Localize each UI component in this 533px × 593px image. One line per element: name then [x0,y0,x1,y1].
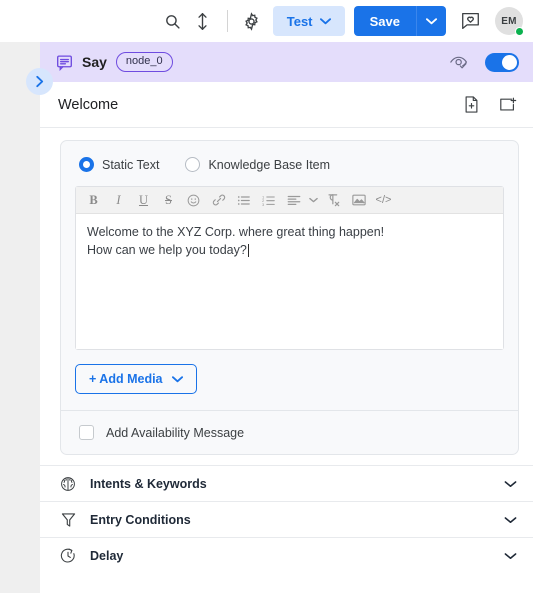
emoji-icon[interactable] [182,189,205,212]
vertical-resize-icon[interactable] [188,6,218,36]
radio-static-text-label: Static Text [102,157,160,172]
feedback-icon[interactable] [455,6,485,36]
align-options-chevron-down-icon[interactable] [307,189,320,212]
strikethrough-icon[interactable]: S [157,189,180,212]
radio-knowledge-base-item[interactable]: Knowledge Base Item [185,157,330,172]
chevron-down-icon [426,18,437,25]
search-icon[interactable] [158,6,188,36]
availability-checkbox[interactable] [79,425,94,440]
image-icon[interactable] [347,189,370,212]
node-header-actions [450,52,519,72]
say-content-card: Static Text Knowledge Base Item B I U S [60,140,519,455]
add-media-label: + Add Media [89,372,163,386]
save-button[interactable]: Save [353,6,416,36]
funnel-icon [58,512,78,528]
node-detail-panel: Welcome Static Text Knowledge Base Item … [40,82,533,593]
text-cursor [247,243,249,257]
page-title: Welcome [58,96,119,113]
eye-check-icon[interactable] [450,55,469,70]
section-label: Intents & Keywords [90,476,207,491]
italic-icon[interactable]: I [107,189,130,212]
collapsible-sections: Intents & Keywords Entry Conditions Dela… [40,465,533,573]
availability-label: Add Availability Message [106,425,245,440]
test-button[interactable]: Test [272,6,345,36]
node-enabled-toggle[interactable] [485,52,519,72]
bold-icon[interactable]: B [82,189,105,212]
chevron-down-icon [171,376,183,383]
app-root: Test Save EM Say node_0 Welcome Static T… [0,0,533,593]
node-id-chip: node_0 [115,52,173,72]
chevron-down-icon[interactable] [504,552,517,560]
section-entry-conditions[interactable]: Entry Conditions [40,501,533,537]
code-icon[interactable]: </> [372,189,395,212]
section-delay[interactable]: Delay [40,537,533,573]
message-line-wrap: How can we help you today? [87,241,492,259]
radio-knowledge-base-item-label: Knowledge Base Item [208,157,331,172]
expand-sidebar-button[interactable] [26,68,53,95]
section-label: Delay [90,548,124,563]
add-panel-icon[interactable] [499,97,517,113]
clock-delay-icon [58,548,78,564]
online-status-dot [515,27,524,36]
chevron-down-icon[interactable] [504,516,517,524]
availability-message-row[interactable]: Add Availability Message [75,411,504,454]
section-label: Entry Conditions [90,512,191,527]
editor-toolbar: B I U S 1 2 3 </> [76,187,503,214]
radio-static-text[interactable]: Static Text [79,157,159,172]
align-icon[interactable] [282,189,305,212]
save-button-group: Save [353,6,446,36]
panel-title-actions [464,96,517,113]
numbered-list-icon[interactable]: 1 2 3 [257,189,280,212]
section-intents-keywords[interactable]: Intents & Keywords [40,465,533,501]
svg-text:3: 3 [262,201,265,206]
test-button-label: Test [286,13,313,29]
add-media-button[interactable]: + Add Media [75,364,197,394]
top-toolbar: Test Save EM [0,0,533,42]
save-button-label: Save [369,13,400,29]
link-icon[interactable] [207,189,230,212]
chevron-down-icon [319,18,331,25]
say-message-icon [56,54,73,71]
message-line: Welcome to the XYZ Corp. where great thi… [87,225,385,239]
gear-icon[interactable] [237,6,267,36]
panel-title-row: Welcome [40,82,533,128]
save-options-button[interactable] [416,6,446,36]
add-document-icon[interactable] [464,96,479,113]
node-type-label: Say [82,54,107,70]
rich-text-editor: B I U S 1 2 3 </> Welcome to the XYZ Cor… [75,186,504,350]
bullet-list-icon[interactable] [232,189,255,212]
message-text-input[interactable]: Welcome to the XYZ Corp. where great thi… [76,214,503,349]
avatar[interactable]: EM [495,7,524,36]
clear-format-icon[interactable] [322,189,345,212]
toolbar-divider [226,10,228,32]
node-header: Say node_0 [40,42,533,82]
radio-static-text-indicator[interactable] [79,157,94,172]
underline-icon[interactable]: U [132,189,155,212]
brain-icon [58,476,78,492]
radio-knowledge-base-item-indicator[interactable] [185,157,201,172]
content-type-radio-group: Static Text Knowledge Base Item [75,157,504,172]
node-title-group: Say node_0 [56,52,173,72]
chevron-right-icon [36,75,44,88]
message-line: How can we help you today? [87,243,247,257]
chevron-down-icon[interactable] [504,480,517,488]
